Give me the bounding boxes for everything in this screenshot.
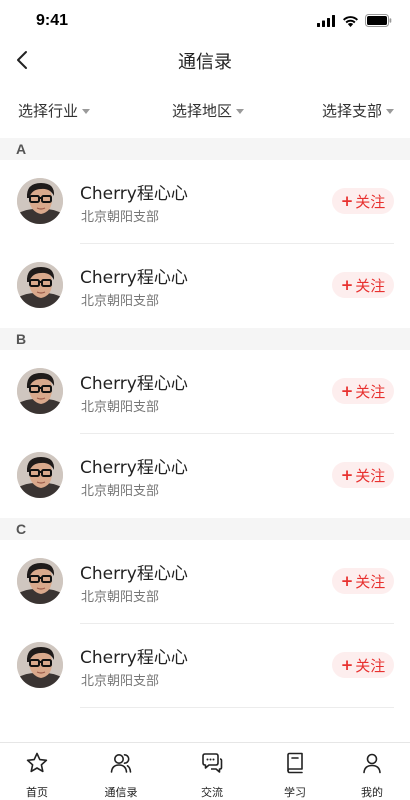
plus-icon: + [340,466,354,484]
follow-button[interactable]: + 关注 [332,272,394,298]
follow-label: 关注 [355,192,386,211]
contact-branch: 北京朝阳支部 [81,590,160,605]
contact-name: Cherry程心心 [80,564,188,584]
contact-branch: 北京朝阳支部 [81,400,160,415]
chat-bubble-icon [202,753,223,773]
tab-chat[interactable]: 交流 [182,751,242,800]
contact-branch: 北京朝阳支部 [81,484,160,499]
region-filter-dropdown[interactable]: 选择地区 [172,100,245,121]
plus-icon: + [340,382,354,400]
status-time: 9:41 [36,12,69,29]
caret-down-icon [82,109,91,114]
follow-label: 关注 [355,572,386,591]
status-icons [317,14,392,27]
contact-row[interactable]: Cherry程心心 北京朝阳支部 + 关注 [0,160,410,244]
contact-branch: 北京朝阳支部 [81,674,160,689]
caret-down-icon [236,109,245,114]
section-header: C [0,518,410,540]
avatar [17,178,63,224]
contact-branch: 北京朝阳支部 [81,294,160,309]
tab-home[interactable]: 首页 [7,751,67,800]
tab-mine[interactable]: 我的 [342,751,402,800]
filter-bar: 选择行业 选择地区 选择支部 [0,92,410,128]
tab-contacts-label: 通信录 [104,786,138,799]
follow-label: 关注 [355,276,386,295]
tab-mine-label: 我的 [361,786,383,799]
tab-home-label: 首页 [26,786,48,799]
battery-icon [365,14,392,27]
divider [80,707,394,708]
avatar [17,452,63,498]
plus-icon: + [340,192,354,210]
avatar [17,642,63,688]
plus-icon: + [340,656,354,674]
follow-label: 关注 [355,656,386,675]
contact-row[interactable]: Cherry程心心 北京朝阳支部 + 关注 [0,624,410,708]
contact-row[interactable]: Cherry程心心 北京朝阳支部 + 关注 [0,350,410,434]
follow-button[interactable]: + 关注 [332,568,394,594]
avatar [17,262,63,308]
plus-icon: + [340,572,354,590]
contact-list: A Cherry程心心 北京朝阳支部 + 关注 Cherry程心心 北京朝阳支部 … [0,138,410,708]
user-icon [363,753,381,774]
status-bar: 9:41 [0,0,410,44]
contact-name: Cherry程心心 [80,648,188,668]
branch-filter-label: 选择支部 [321,102,382,120]
wifi-icon [343,15,358,27]
cellular-signal-icon [317,14,335,27]
contact-branch: 北京朝阳支部 [81,210,160,225]
contact-row[interactable]: Cherry程心心 北京朝阳支部 + 关注 [0,434,410,518]
region-filter-label: 选择地区 [172,102,233,120]
follow-button[interactable]: + 关注 [332,652,394,678]
branch-filter-dropdown[interactable]: 选择支部 [322,100,394,121]
navigation-bar: 通信录 [0,40,410,80]
tab-chat-label: 交流 [201,786,223,799]
follow-button[interactable]: + 关注 [332,378,394,404]
avatar [17,558,63,604]
star-icon [26,752,48,773]
tab-learn-label: 学习 [284,786,306,799]
caret-down-icon [386,109,394,114]
section-header: B [0,328,410,350]
contact-row[interactable]: Cherry程心心 北京朝阳支部 + 关注 [0,540,410,624]
contact-name: Cherry程心心 [80,458,188,478]
plus-icon: + [340,276,354,294]
follow-button[interactable]: + 关注 [332,462,394,488]
industry-filter-dropdown[interactable]: 选择行业 [18,100,91,121]
book-icon [287,752,303,774]
section-header: A [0,138,410,160]
industry-filter-label: 选择行业 [18,102,79,120]
contact-row[interactable]: Cherry程心心 北京朝阳支部 + 关注 [0,244,410,328]
users-icon [110,754,132,773]
follow-label: 关注 [355,466,386,485]
contact-name: Cherry程心心 [80,268,188,288]
avatar [17,368,63,414]
page-title: 通信录 [178,52,232,73]
follow-label: 关注 [355,382,386,401]
bottom-tab-bar: 首页 通信录 交流 学习 我的 [0,742,410,800]
contact-name: Cherry程心心 [80,374,188,394]
tab-learn[interactable]: 学习 [265,751,325,800]
tab-contacts[interactable]: 通信录 [91,751,151,800]
follow-button[interactable]: + 关注 [332,188,394,214]
contact-name: Cherry程心心 [80,184,188,204]
